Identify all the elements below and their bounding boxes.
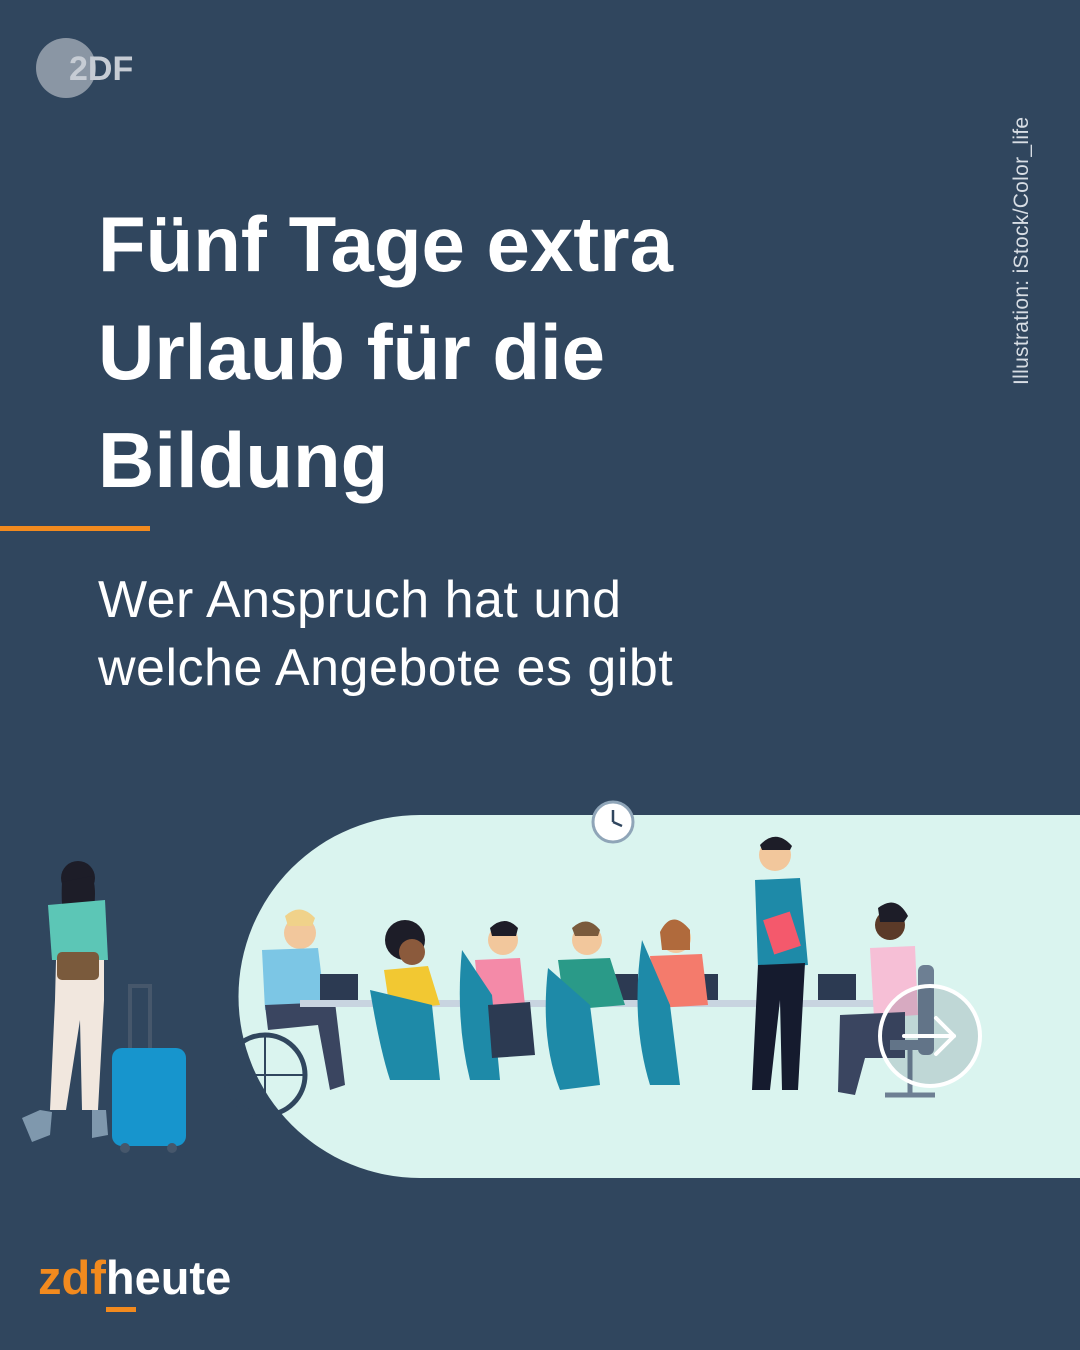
traveler-woman [22,861,108,1142]
subheadline-line-1: Wer Anspruch hat und [98,571,622,629]
headline-line-2: Urlaub für die [98,308,606,396]
headline: Fünf Tage extra Urlaub für die Bildung [98,190,918,514]
svg-text:2DF: 2DF [69,50,133,88]
clock-icon [591,800,635,844]
headline-line-3: Bildung [98,416,389,504]
image-credit: Illustration: iStock/Color_life [1010,116,1033,385]
brand-heute: heute [105,1251,232,1312]
brand-heute-text: heute [105,1251,232,1304]
brand-zdf: zdf [38,1251,106,1304]
zdf-logo: 2DF [36,38,133,98]
headline-line-1: Fünf Tage extra [98,200,673,288]
next-arrow-button[interactable] [876,982,984,1090]
brand-underline [105,1307,136,1312]
subheadline-line-2: welche Angebote es gibt [98,639,674,697]
suitcase [112,984,186,1153]
subheadline: Wer Anspruch hat und welche Angebote es … [98,566,938,702]
accent-divider [0,526,150,531]
zdfheute-logo: zdfheute [38,1250,231,1314]
